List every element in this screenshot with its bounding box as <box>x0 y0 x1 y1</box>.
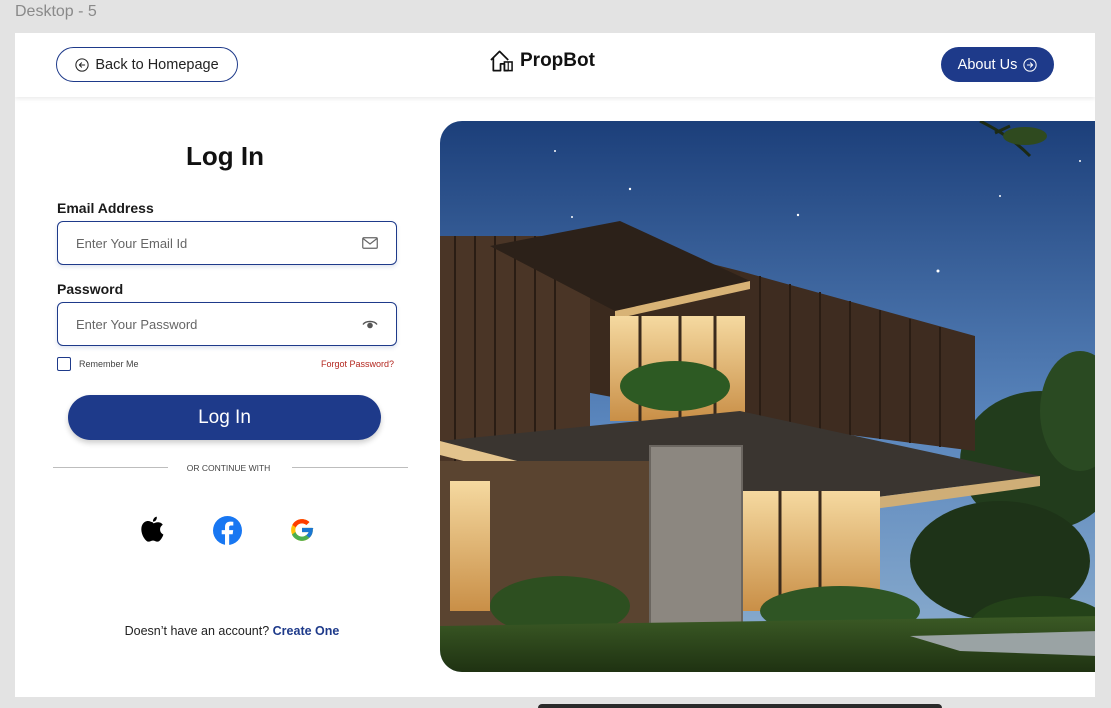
mail-icon <box>362 237 378 249</box>
divider-line-right <box>292 467 408 468</box>
divider-line-left <box>53 467 168 468</box>
google-login-button[interactable] <box>286 514 318 546</box>
email-label: Email Address <box>57 200 154 216</box>
facebook-icon <box>212 515 242 545</box>
remember-me[interactable]: Remember Me <box>57 357 139 371</box>
google-icon <box>291 519 314 541</box>
email-field[interactable] <box>57 221 397 265</box>
login-page: Back to Homepage PropBot About Us Log In… <box>15 33 1095 697</box>
logo-text: PropBot <box>520 50 595 71</box>
create-account-link[interactable]: Create One <box>273 624 340 638</box>
eye-icon[interactable] <box>362 319 378 330</box>
apple-login-button[interactable] <box>137 514 169 546</box>
arrow-right-circle-icon <box>1023 57 1037 72</box>
login-button[interactable]: Log In <box>68 395 381 440</box>
about-us-label: About Us <box>957 56 1018 73</box>
remember-me-label: Remember Me <box>79 359 139 369</box>
facebook-login-button[interactable] <box>211 514 243 546</box>
password-label: Password <box>57 281 124 297</box>
forgot-password-link[interactable]: Forgot Password? <box>321 359 394 369</box>
signup-prompt-text: Doesn’t have an account? <box>124 624 270 638</box>
top-header: Back to Homepage PropBot About Us <box>15 33 1095 97</box>
back-to-homepage-button[interactable]: Back to Homepage <box>56 47 238 82</box>
propbot-logo[interactable]: PropBot <box>489 49 595 73</box>
password-field[interactable] <box>57 302 397 346</box>
login-title: Log In <box>186 141 264 171</box>
divider-text: OR CONTINUE WITH <box>186 463 271 473</box>
frame-label: Desktop - 5 <box>15 3 97 20</box>
about-us-button[interactable]: About Us <box>941 47 1054 82</box>
bottom-scrollbar[interactable] <box>538 704 942 708</box>
hero-house-image <box>440 121 1095 672</box>
apple-icon <box>141 516 164 542</box>
house-icon <box>490 50 513 72</box>
password-input[interactable] <box>76 316 336 332</box>
email-input[interactable] <box>76 235 336 251</box>
arrow-left-circle-icon <box>75 57 89 72</box>
back-to-homepage-label: Back to Homepage <box>95 56 219 73</box>
remember-me-checkbox[interactable] <box>57 357 71 371</box>
signup-prompt: Doesn’t have an account? Create One <box>15 624 449 638</box>
